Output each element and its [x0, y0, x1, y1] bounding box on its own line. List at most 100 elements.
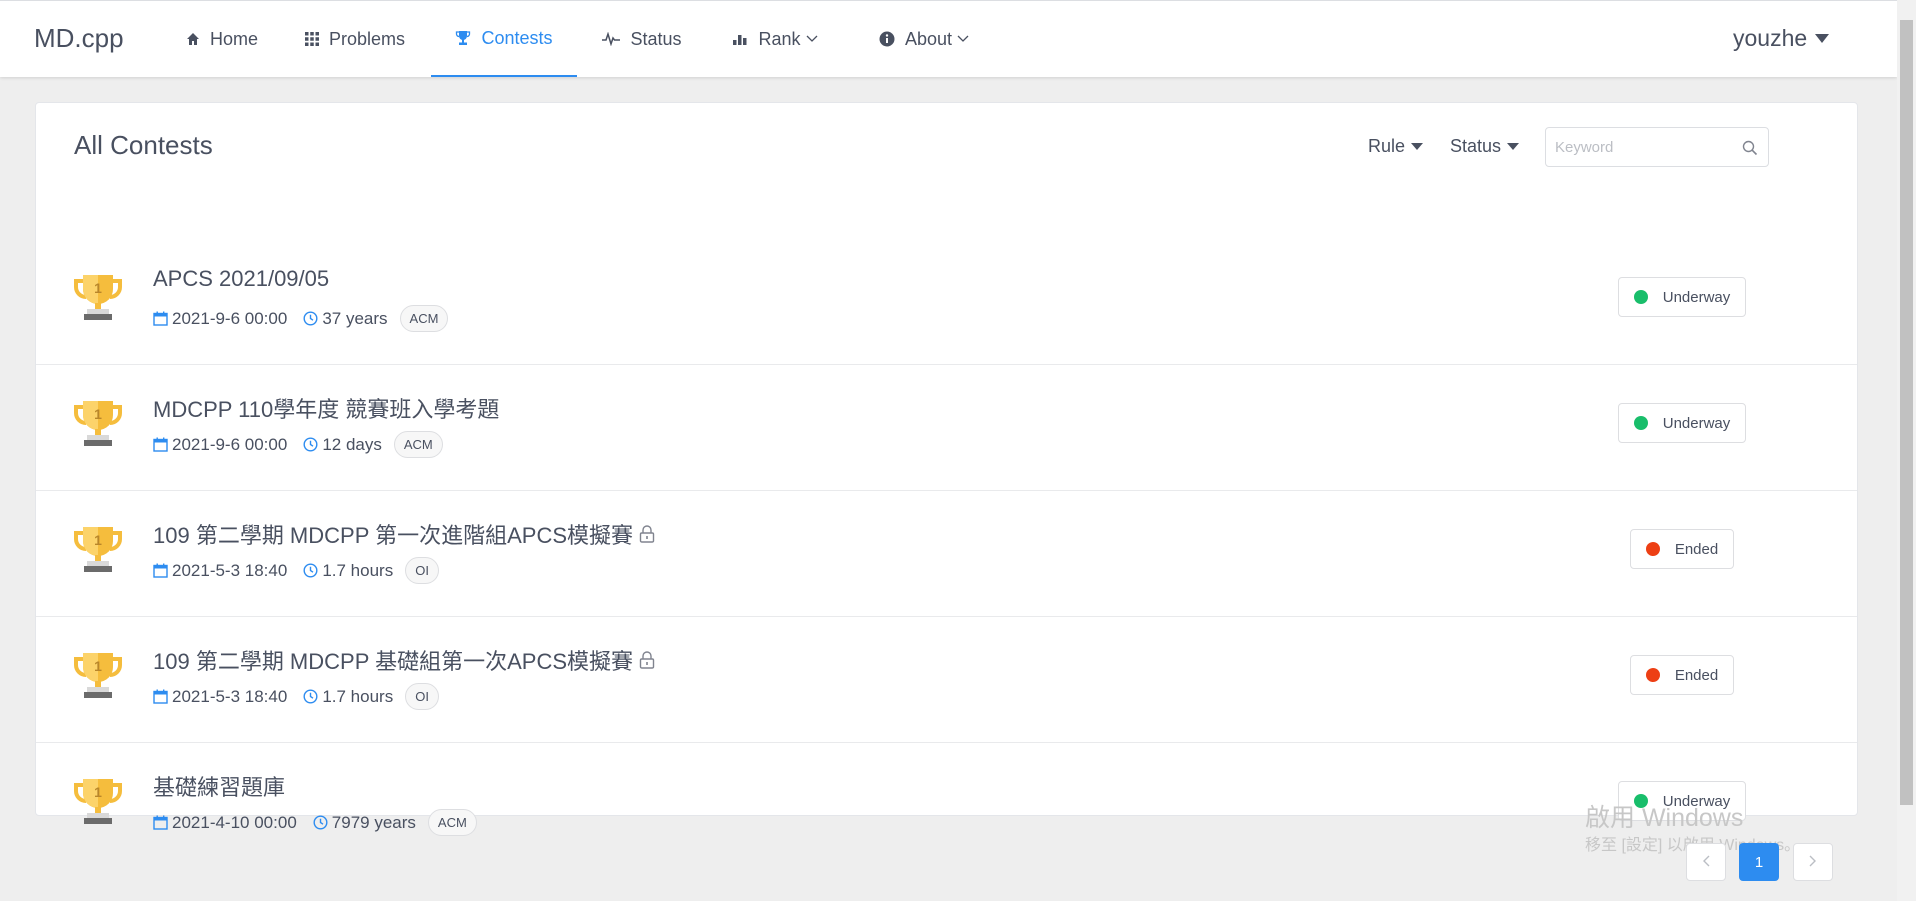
svg-text:1: 1	[94, 280, 102, 296]
rule-filter-label: Rule	[1368, 136, 1406, 156]
rule-tag: ACM	[427, 809, 477, 836]
nav-rank[interactable]: Rank	[728, 1, 822, 77]
contest-status-badge: Ended	[1630, 655, 1734, 695]
clock-icon	[303, 689, 318, 704]
contest-meta: 2021-9-6 00:00 37 years ACM	[153, 305, 449, 332]
contest-duration: 1.7 hours	[322, 686, 394, 706]
rule-filter[interactable]: Rule	[1368, 136, 1424, 157]
clock-icon	[313, 815, 328, 830]
nav-rank-label: Rank	[758, 28, 801, 49]
pagination-page-1[interactable]: 1	[1739, 843, 1779, 881]
rule-tag: ACM	[399, 305, 449, 332]
contest-row: 1 基礎練習題庫 2021-4-10 00:00 7979 years ACM …	[36, 743, 1857, 869]
status-dot	[1645, 542, 1660, 556]
contest-row: 1 APCS 2021/09/05 2021-9-6 00:00 37 year…	[36, 239, 1857, 365]
page-scrollbar[interactable]	[1897, 0, 1916, 901]
clock-icon	[303, 437, 318, 452]
calendar-icon	[153, 563, 168, 578]
contest-start-time: 2021-9-6 00:00	[172, 308, 288, 328]
contest-title-link[interactable]: 基礎練習題庫	[153, 770, 285, 802]
contest-meta: 2021-5-3 18:40 1.7 hours OI	[153, 557, 439, 584]
contests-card: All Contests Rule Status 1	[35, 102, 1858, 836]
scrollbar-thumb[interactable]	[1900, 20, 1913, 805]
nav-contests-label: Contests	[481, 27, 553, 48]
contest-duration: 12 days	[322, 434, 382, 454]
contest-title: APCS 2021/09/05	[153, 266, 330, 291]
caret-down-icon	[1411, 143, 1424, 150]
bar-chart-icon	[732, 32, 748, 46]
contest-duration: 1.7 hours	[322, 560, 394, 580]
info-icon	[879, 31, 895, 47]
contest-title-link[interactable]: 109 第二學期 MDCPP 第一次進階組APCS模擬賽	[153, 518, 655, 550]
status-dot	[1633, 290, 1648, 304]
calendar-icon	[153, 689, 168, 704]
user-menu[interactable]: youzhe	[1733, 25, 1830, 52]
trophy-icon: 1	[70, 773, 126, 834]
nav-problems-label: Problems	[328, 28, 406, 49]
contest-title-link[interactable]: MDCPP 110學年度 競賽班入學考題	[153, 392, 499, 424]
nav-home[interactable]: Home	[176, 1, 268, 77]
contest-start-time: 2021-5-3 18:40	[172, 560, 288, 580]
status-dot	[1645, 668, 1660, 682]
caret-down-icon	[1815, 34, 1830, 43]
search-input[interactable]	[1555, 138, 1735, 156]
calendar-icon	[153, 437, 168, 452]
trophy-icon	[455, 30, 471, 46]
caret-down-icon	[1507, 143, 1520, 150]
pulse-icon	[602, 32, 621, 46]
contest-title-link[interactable]: 109 第二學期 MDCPP 基礎組第一次APCS模擬賽	[153, 644, 655, 676]
nav-contests[interactable]: Contests	[431, 1, 577, 77]
contest-start-time: 2021-9-6 00:00	[172, 434, 288, 454]
nav-about-label: About	[904, 28, 953, 49]
search-icon[interactable]	[1742, 140, 1758, 156]
contest-title: 109 第二學期 MDCPP 基礎組第一次APCS模擬賽	[153, 649, 634, 674]
nav-status[interactable]: Status	[600, 1, 684, 77]
contest-status-badge: Underway	[1618, 403, 1746, 443]
trophy-icon: 1	[70, 269, 126, 330]
contest-row: 1 MDCPP 110學年度 競賽班入學考題 2021-9-6 00:00 12…	[36, 365, 1857, 491]
contest-title-link[interactable]: APCS 2021/09/05	[153, 266, 329, 292]
svg-text:1: 1	[94, 532, 102, 548]
page-title: All Contests	[74, 130, 213, 160]
rule-tag: ACM	[393, 431, 443, 458]
search-box	[1545, 127, 1769, 167]
contest-status-badge: Ended	[1630, 529, 1734, 569]
status-filter-label: Status	[1450, 136, 1502, 156]
nav-home-label: Home	[209, 28, 258, 49]
status-filter[interactable]: Status	[1450, 136, 1520, 157]
chevron-down-icon	[957, 35, 969, 43]
contest-row: 1 109 第二學期 MDCPP 基礎組第一次APCS模擬賽 2021-5-3 …	[36, 617, 1857, 743]
chevron-left-icon	[1702, 854, 1710, 871]
trophy-icon: 1	[70, 521, 126, 582]
contest-title: MDCPP 110學年度 競賽班入學考題	[153, 397, 500, 422]
site-logo[interactable]: MD.cpp	[34, 23, 124, 54]
top-navbar: MD.cpp Home Problems Contests Status Ran…	[0, 0, 1897, 77]
trophy-icon: 1	[70, 647, 126, 708]
lock-icon	[639, 525, 655, 543]
nav-problems[interactable]: Problems	[297, 1, 413, 77]
contest-start-time: 2021-4-10 00:00	[172, 812, 297, 832]
calendar-icon	[153, 815, 168, 830]
contest-duration: 37 years	[322, 308, 388, 328]
contest-title: 109 第二學期 MDCPP 第一次進階組APCS模擬賽	[153, 523, 634, 548]
nav-status-label: Status	[630, 28, 682, 49]
contest-duration: 7979 years	[331, 812, 416, 832]
home-icon	[186, 32, 200, 46]
contest-status-badge: Underway	[1618, 277, 1746, 317]
rule-tag: OI	[405, 557, 439, 584]
nav-about[interactable]: About	[875, 1, 973, 77]
svg-text:1: 1	[94, 784, 102, 800]
calendar-icon	[153, 311, 168, 326]
contest-status-label: Ended	[1674, 666, 1719, 684]
pagination-prev-button[interactable]	[1686, 843, 1726, 881]
status-dot	[1633, 416, 1648, 430]
rule-tag: OI	[405, 683, 439, 710]
contest-status-label: Underway	[1662, 288, 1731, 306]
chevron-right-icon	[1809, 854, 1817, 871]
contest-start-time: 2021-5-3 18:40	[172, 686, 288, 706]
contest-status-label: Ended	[1674, 540, 1719, 558]
chevron-down-icon	[806, 35, 818, 43]
pagination-next-button[interactable]	[1793, 843, 1833, 881]
contest-meta: 2021-4-10 00:00 7979 years ACM	[153, 809, 477, 836]
clock-icon	[303, 563, 318, 578]
